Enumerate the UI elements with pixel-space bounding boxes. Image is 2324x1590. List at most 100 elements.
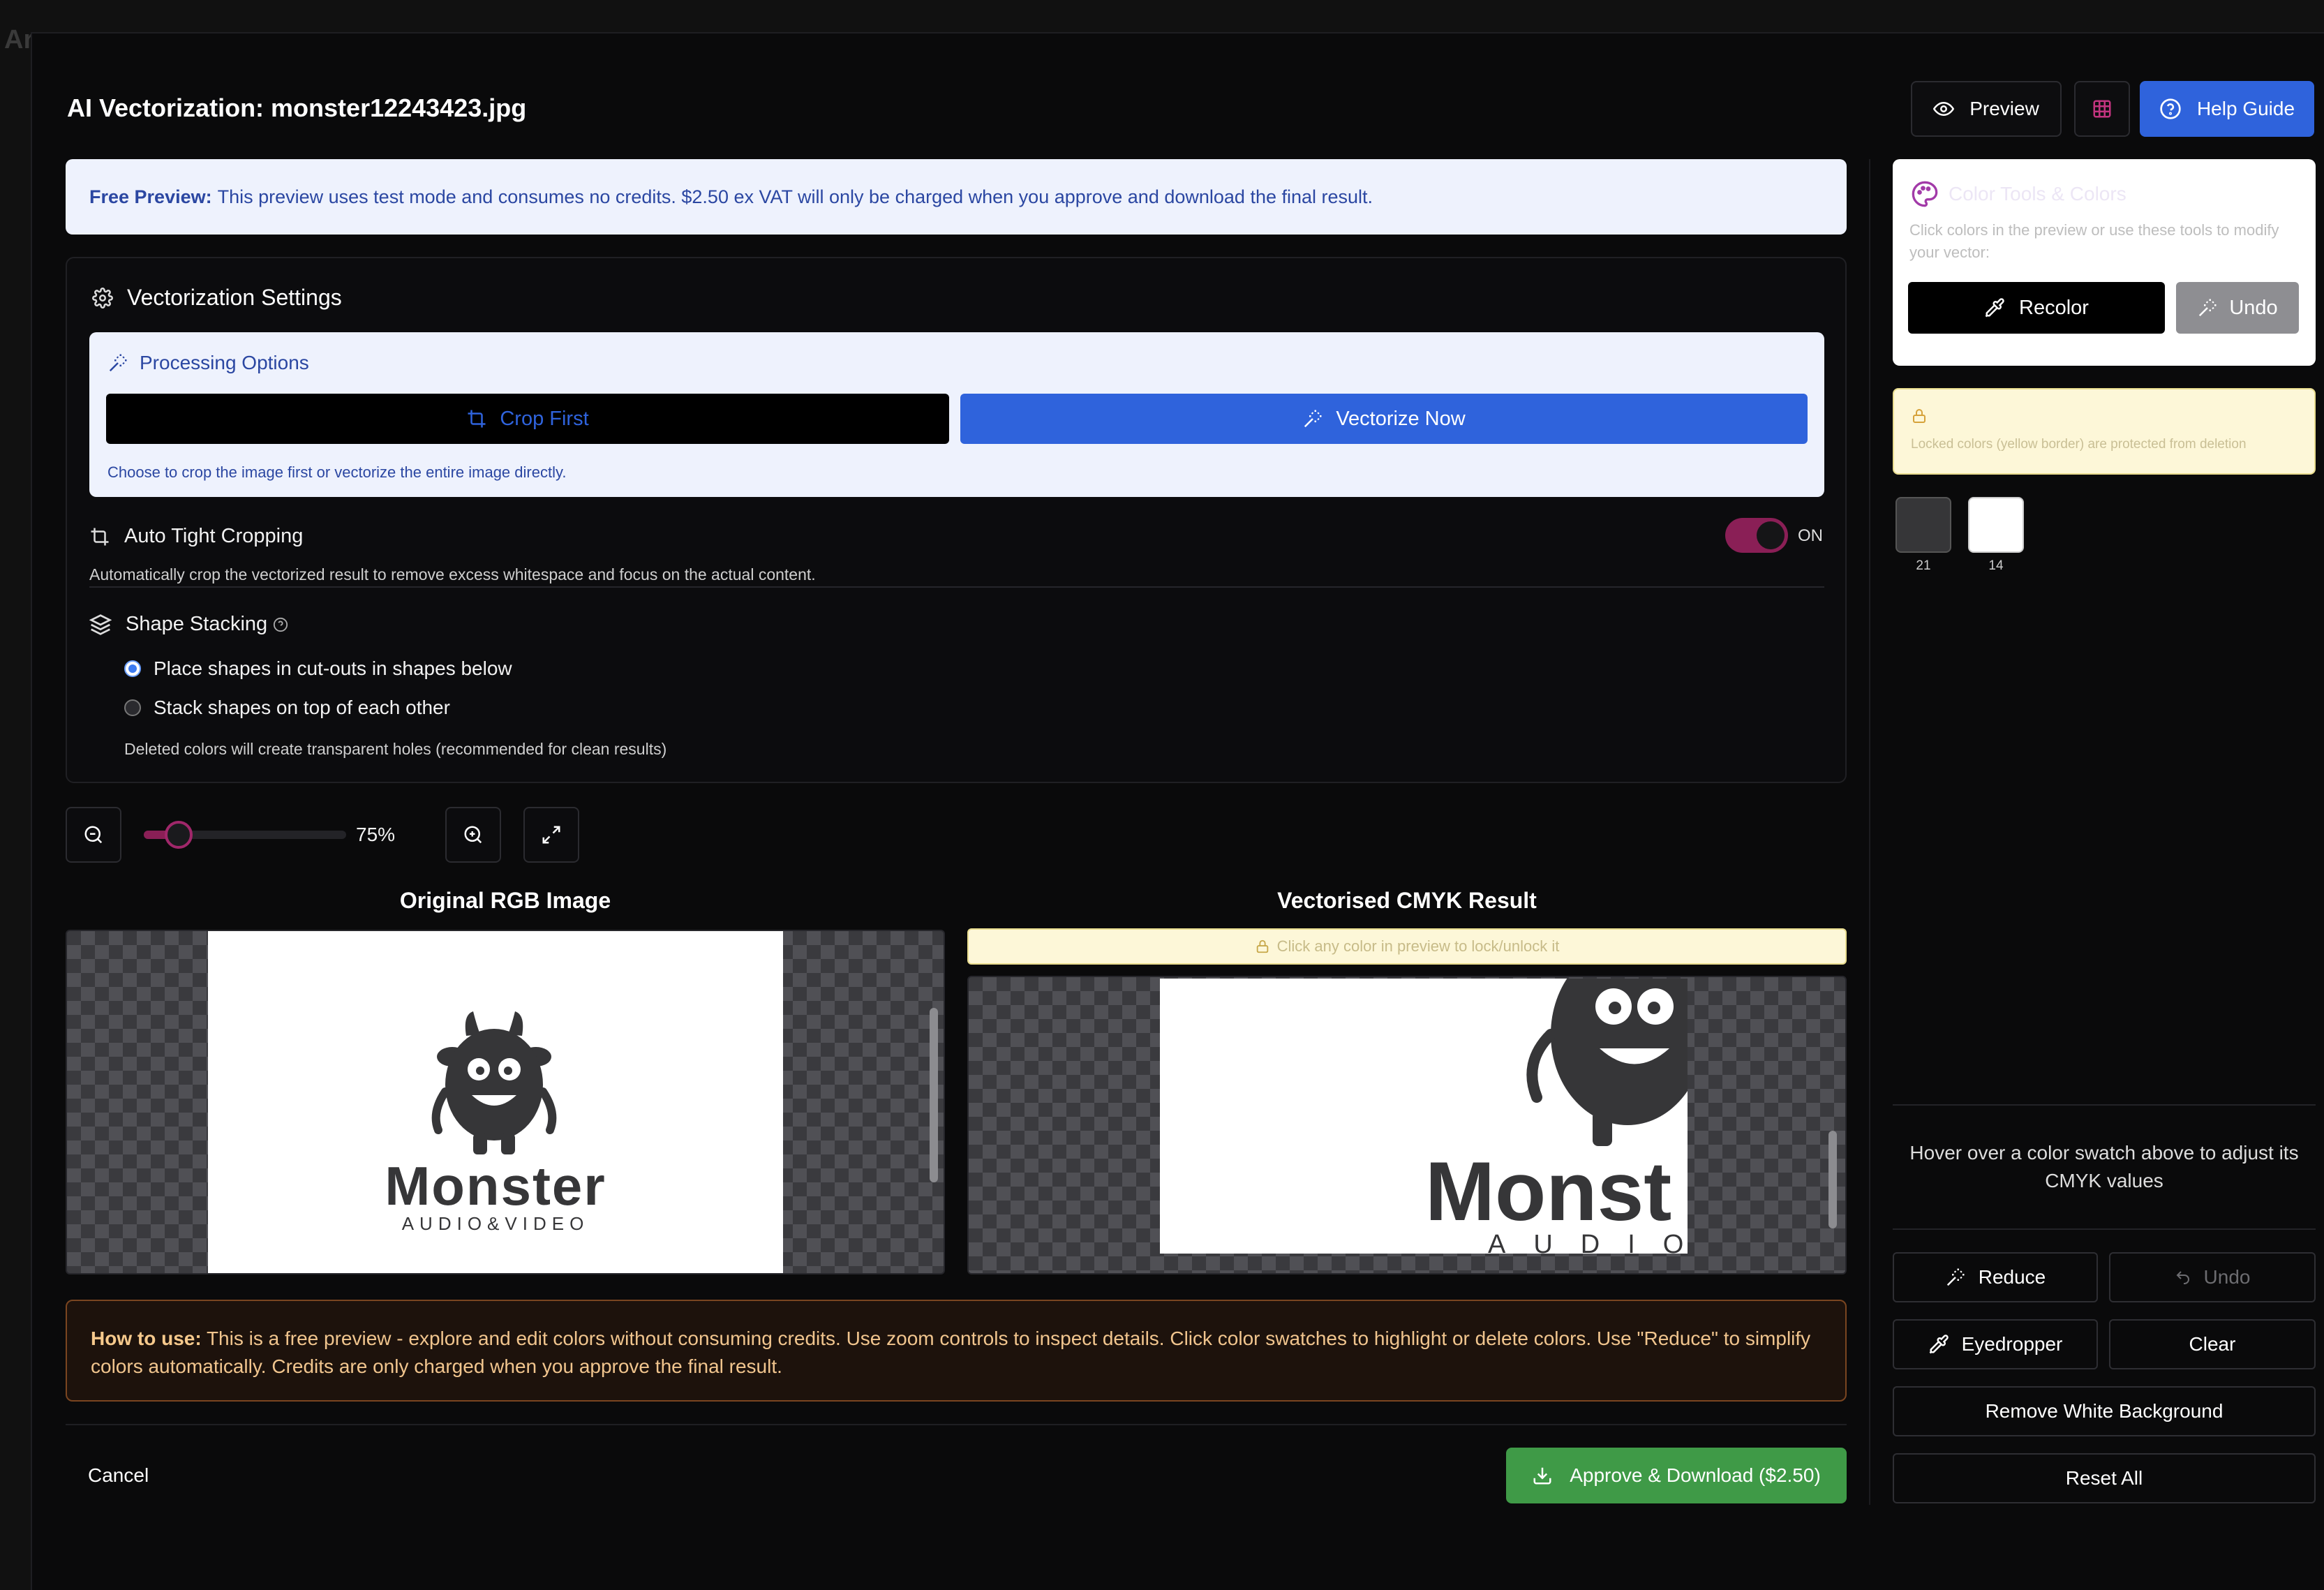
lock-hint-banner: Click any color in preview to lock/unloc… [967,928,1847,965]
preview-button[interactable]: Preview [1911,81,2062,137]
recolor-button[interactable]: Recolor [1908,282,2165,334]
auto-crop-state: ON [1798,526,1823,545]
footer-divider [66,1424,1847,1425]
vectorize-now-label: Vectorize Now [1336,407,1466,430]
layers-icon [89,614,112,635]
crop-first-button[interactable]: Crop First [106,394,949,444]
stacking-option-label: Stack shapes on top of each other [154,697,450,718]
color-tools-card: Color Tools & Colors Click colors in the… [1893,159,2316,366]
approve-download-label: Approve & Download ($2.50) [1570,1464,1821,1486]
modal-title: AI Vectorization: monster12243423.jpg [67,94,527,122]
magic-wand-icon [1946,1268,1965,1286]
grid-toggle-button[interactable] [2074,81,2130,137]
how-to-use-bold: How to use: [91,1328,202,1349]
original-logo-wordmark: Monster [385,1155,606,1217]
help-guide-button[interactable]: Help Guide [2140,81,2314,137]
vectorize-now-button[interactable]: Vectorize Now [960,394,1808,444]
reset-all-label: Reset All [2065,1467,2143,1489]
eyedropper-label: Eyedropper [1961,1333,2063,1355]
reduce-button[interactable]: Reduce [1893,1252,2098,1302]
auto-crop-description: Automatically crop the vectorized result… [89,565,816,584]
approve-download-button[interactable]: Approve & Download ($2.50) [1506,1448,1847,1503]
settings-divider [89,586,1824,588]
crop-first-label: Crop First [500,407,589,430]
fullscreen-button[interactable] [523,807,579,863]
zoom-in-icon [464,826,482,844]
swatch-count: 14 [1988,558,2004,573]
cancel-button[interactable]: Cancel [88,1464,149,1487]
monster-mascot-icon [431,1011,557,1154]
lock-hint-text: Click any color in preview to lock/unloc… [1276,937,1560,955]
radio-unselected[interactable] [124,699,141,716]
auto-crop-label: Auto Tight Cropping [124,525,304,547]
eyedropper-icon [1985,298,2004,318]
color-tools-heading: Color Tools & Colors [1911,180,2126,208]
zoom-out-icon [84,826,103,844]
clear-button[interactable]: Clear [2109,1319,2316,1369]
auto-crop-toggle[interactable] [1725,518,1788,553]
eyedropper-button[interactable]: Eyedropper [1893,1319,2098,1369]
color-swatch[interactable] [1968,497,2024,553]
zoom-value: 75% [356,824,396,845]
free-preview-notice: Free Preview: This preview uses test mod… [66,159,1847,235]
reset-all-button[interactable]: Reset All [1893,1453,2316,1503]
palette-icon [1912,181,1938,207]
original-image-pane[interactable]: Monster AUDIO&VIDEO [66,930,945,1275]
stacking-note: Deleted colors will create transparent h… [124,740,667,758]
remove-white-background-label: Remove White Background [1985,1400,2224,1422]
original-logo-subtitle: AUDIO&VIDEO [401,1213,590,1234]
how-to-use-box: How to use: This is a free preview - exp… [66,1300,1847,1402]
locked-colors-text: Locked colors (yellow border) are protec… [1911,437,2247,452]
processing-hint: Choose to crop the image first or vector… [107,463,567,481]
eye-icon [1933,101,1955,117]
radio-selected[interactable] [124,660,141,677]
processing-options-box: Processing Options Crop First Vectorize … [89,332,1824,497]
monster-mascot-icon [1526,979,1688,1146]
color-swatch[interactable] [1895,497,1951,553]
processing-options-title: Processing Options [140,352,309,373]
result-image-title: Vectorised CMYK Result [1277,888,1537,913]
how-to-use-text: This is a free preview - explore and edi… [91,1328,1811,1377]
settings-heading: Vectorization Settings [92,285,342,311]
magic-wand-icon [1304,410,1322,428]
help-circle-icon[interactable] [273,617,288,632]
cmyk-hint: Hover over a color swatch above to adjus… [1893,1104,2316,1230]
magic-wand-icon [2199,299,2217,317]
zoom-out-button[interactable] [66,807,121,863]
recolor-label: Recolor [2019,296,2089,319]
lock-icon [1256,939,1268,953]
zoom-in-button[interactable] [445,807,501,863]
notice-bold: Free Preview: [89,186,212,207]
clear-label: Clear [2189,1333,2236,1355]
original-image-title: Original RGB Image [399,888,611,913]
result-image-canvas[interactable]: Monst AUDIO&VIDEO [1160,979,1688,1254]
undo-reduce-button[interactable]: Undo [2109,1252,2316,1302]
auto-crop-heading: Auto Tight Cropping [89,525,303,548]
gear-icon [92,287,113,309]
undo-label: Undo [2229,296,2278,319]
stacking-option-cutouts[interactable]: Place shapes in cut-outs in shapes below [124,657,512,680]
preview-label: Preview [1969,98,2039,119]
zoom-slider-thumb[interactable] [165,821,193,849]
eyedropper-icon [1929,1335,1949,1354]
expand-icon [542,826,560,844]
undo-recolor-button[interactable]: Undo [2176,282,2299,334]
result-logo-subtitle: AUDIO&VIDEO [1488,1230,1688,1254]
result-image-pane[interactable]: Monst AUDIO&VIDEO [967,976,1847,1275]
shape-stacking-label: Shape Stacking [126,613,268,635]
zoom-slider[interactable] [144,821,346,849]
original-scrollbar[interactable] [930,1008,938,1182]
vectorization-settings-panel: Vectorization Settings Processing Option… [66,257,1847,783]
help-guide-label: Help Guide [2196,98,2295,119]
result-scrollbar[interactable] [1828,1131,1837,1228]
original-image-canvas: Monster AUDIO&VIDEO [208,931,783,1273]
magic-wand-icon [109,354,127,372]
stacking-option-stack[interactable]: Stack shapes on top of each other [124,697,450,719]
color-tools-title: Color Tools & Colors [1949,183,2126,205]
locked-colors-note: Locked colors (yellow border) are protec… [1893,388,2316,475]
help-circle-icon [2160,98,2181,119]
remove-white-background-button[interactable]: Remove White Background [1893,1386,2316,1436]
settings-title: Vectorization Settings [127,285,342,310]
download-icon [1533,1467,1551,1485]
sidebar-divider [1869,159,1870,1505]
